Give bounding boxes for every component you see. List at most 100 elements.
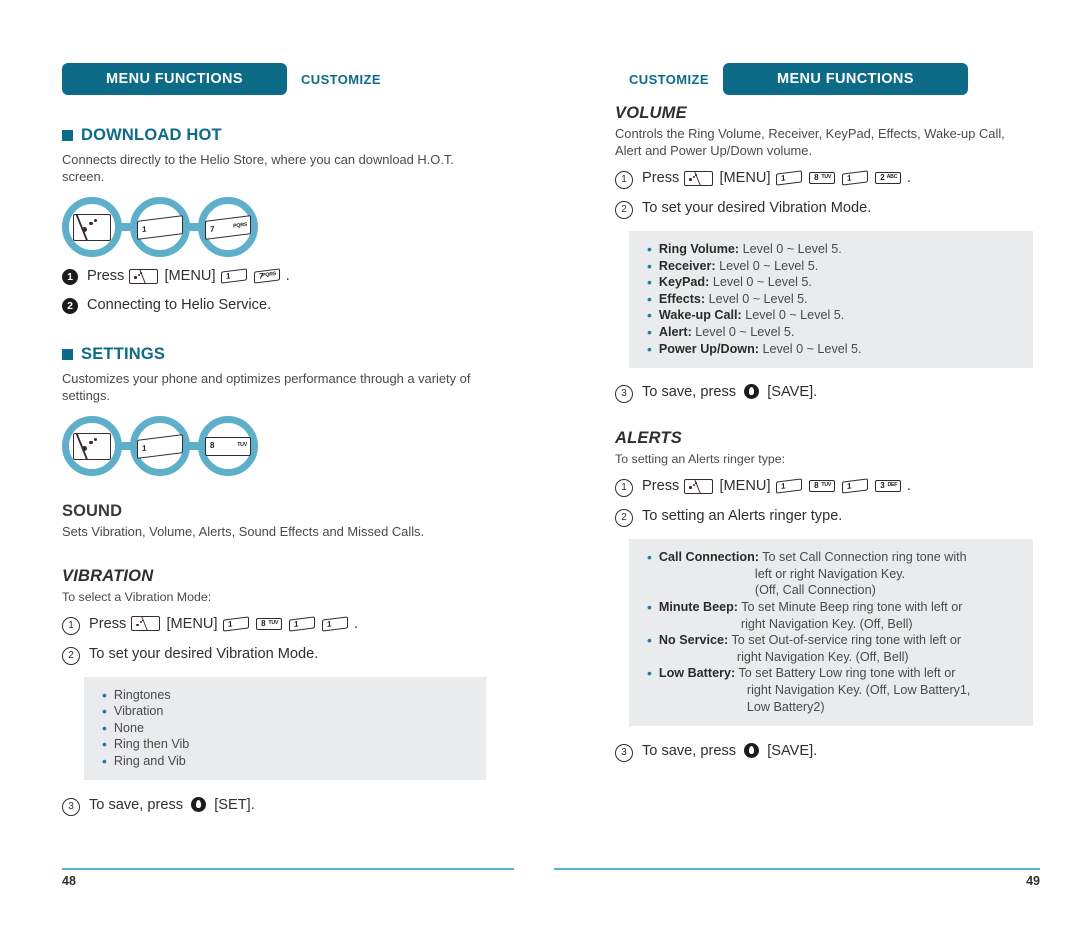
step-text: Press [MENU] 1 8 TUV 1 1 . xyxy=(89,615,358,634)
list-item-label: Call Connection: xyxy=(658,550,759,565)
key-8-icon: 8 TUV xyxy=(809,480,836,493)
download-hot-label: DOWNLOAD HOT xyxy=(81,126,222,144)
header-tab-menu-functions[interactable]: MENU FUNCTIONS xyxy=(62,63,287,95)
key-7-icon: 7 PQRS xyxy=(254,268,281,284)
step-text: Press [MENU] 1 8 TUV 1 2 ABC . xyxy=(642,169,911,188)
bullet-icon: • xyxy=(647,323,652,340)
bullet-icon: • xyxy=(102,703,107,720)
circle-key-1: 1 xyxy=(130,197,190,257)
step-marker: 2 xyxy=(615,201,633,219)
bullet-icon: • xyxy=(102,736,107,753)
list-item-value: Level 0 ~ Level 5. xyxy=(762,341,862,356)
key-1-icon: 1 xyxy=(322,616,349,632)
menu-bracket-label: [MENU] xyxy=(719,170,771,186)
list-item-label: No Service: xyxy=(658,633,729,648)
list-item-label: Minute Beep: xyxy=(658,599,738,614)
step-marker: 2 xyxy=(62,646,80,665)
list-item: • Alert: Level 0 ~ Level 5. xyxy=(643,324,1019,341)
list-item-label: Power Up/Down: xyxy=(658,341,759,356)
square-bullet-icon xyxy=(62,130,73,141)
footer-rule xyxy=(62,868,514,870)
list-item-value: Level 0 ~ Level 5. xyxy=(712,275,812,290)
list-item-label: Low Battery: xyxy=(658,666,736,681)
bullet-icon: • xyxy=(647,290,652,307)
list-item: • Power Up/Down: Level 0 ~ Level 5. xyxy=(643,341,1019,358)
key-1-icon: 1 xyxy=(842,478,869,494)
section-title-sound: SOUND xyxy=(62,502,123,520)
save-key-icon xyxy=(744,743,760,759)
square-bullet-icon xyxy=(62,349,73,360)
press-label: Press xyxy=(642,170,680,186)
step-marker: 2 xyxy=(62,298,78,314)
vibration-options-box: • Ringtones • Vibration • None • Ring then V… xyxy=(84,676,486,781)
step-text: To save, press [SET]. xyxy=(89,796,255,815)
list-item-label: Ring Volume: xyxy=(658,242,740,256)
list-item-line3: Low Battery2) xyxy=(746,699,825,714)
list-item-label: Ring then Vib xyxy=(113,737,190,752)
bullet-icon: • xyxy=(647,632,652,649)
alerts-lead: To setting an Alerts ringer type: xyxy=(615,452,786,467)
step-row: 2 To setting an Alerts ringer type. xyxy=(615,507,1030,528)
step-marker: 1 xyxy=(62,269,78,285)
section-title-alerts: ALERTS xyxy=(615,429,682,448)
circle-menu-key xyxy=(62,197,122,257)
key-8-icon: 8 TUV xyxy=(205,436,251,456)
breadcrumb-customize: CUSTOMIZE xyxy=(629,71,709,87)
step-row: 1 Press [MENU] 1 8 TUV 1 2 ABC . xyxy=(615,169,1030,189)
footer-rule xyxy=(554,868,1040,870)
menu-key-icon xyxy=(73,213,111,241)
circle-menu-key xyxy=(62,416,122,476)
vibration-lead: To select a Vibration Mode: xyxy=(62,589,212,604)
key-8-icon: 8 TUV xyxy=(256,617,283,630)
page-number: 49 xyxy=(1026,874,1040,888)
list-item-label: Ringtones xyxy=(113,687,171,702)
bullet-icon: • xyxy=(647,257,652,274)
step-text: To setting an Alerts ringer type. xyxy=(642,508,843,525)
key-1-icon: 1 xyxy=(137,433,183,459)
save-label-before: To save, press xyxy=(642,743,737,760)
settings-body: Customizes your phone and optimizes perf… xyxy=(62,371,471,403)
step-row: 3 To save, press [SET]. xyxy=(62,796,490,817)
key-1-icon: 1 xyxy=(137,214,183,240)
header-right: CUSTOMIZE MENU FUNCTIONS xyxy=(615,62,1030,96)
bullet-icon: • xyxy=(102,752,107,769)
list-item-value: Level 0 ~ Level 5. xyxy=(719,258,819,273)
section-title-volume: VOLUME xyxy=(615,104,687,122)
save-label-before: To save, press xyxy=(642,384,737,401)
press-label: Press xyxy=(89,615,127,632)
list-item: • Effects: Level 0 ~ Level 5. xyxy=(643,291,1019,308)
step-marker: 1 xyxy=(62,616,80,635)
step-row: 1 Press [MENU] 1 8 TUV 1 3 DEF . xyxy=(615,477,1030,498)
step-row: 1 Press [MENU] 1 7 PQRS . xyxy=(62,267,490,286)
step-marker: 1 xyxy=(615,171,633,189)
step-marker: 3 xyxy=(615,385,633,404)
circle-key-8: 8 TUV xyxy=(198,416,258,476)
step-text: To set your desired Vibration Mode. xyxy=(89,645,319,662)
list-item-label: KeyPad: xyxy=(658,275,710,290)
list-item-label: Wake-up Call: xyxy=(658,308,742,323)
list-item: • No Service: To set Out-of-service ring… xyxy=(643,632,1019,665)
save-label-after: [SET]. xyxy=(214,797,255,814)
header-tab-menu-functions[interactable]: MENU FUNCTIONS xyxy=(722,63,968,95)
key-8-icon: 8 TUV xyxy=(809,172,836,185)
step-text: Press [MENU] 1 8 TUV 1 3 DEF . xyxy=(642,477,911,496)
list-item-line3: (Off, Call Connection) xyxy=(754,583,876,598)
list-item-value: Level 0 ~ Level 5. xyxy=(695,324,795,339)
list-item-label: Ring and Vib xyxy=(113,753,186,768)
list-item: • Receiver: Level 0 ~ Level 5. xyxy=(643,258,1019,275)
download-hot-body: Connects directly to the Helio Store, wh… xyxy=(62,152,454,184)
bullet-icon: • xyxy=(102,686,107,703)
step-text: To set your desired Vibration Mode. xyxy=(642,200,872,216)
section-title-settings: SETTINGS xyxy=(62,345,490,364)
step-marker: 1 xyxy=(615,479,633,498)
key-3-icon: 3 DEF xyxy=(875,480,902,493)
save-label-after: [SAVE]. xyxy=(767,743,818,760)
press-label: Press xyxy=(642,478,680,495)
step-marker: 3 xyxy=(615,744,633,763)
menu-key-icon xyxy=(131,616,161,632)
icon-chain-download-hot: 1 7 PQRS xyxy=(62,197,490,257)
menu-key-icon xyxy=(129,268,159,284)
step-row: 3 To save, press [SAVE]. xyxy=(615,742,1030,763)
volume-body: Controls the Ring Volume, Receiver, KeyP… xyxy=(615,126,1005,158)
page-number: 48 xyxy=(62,874,76,888)
